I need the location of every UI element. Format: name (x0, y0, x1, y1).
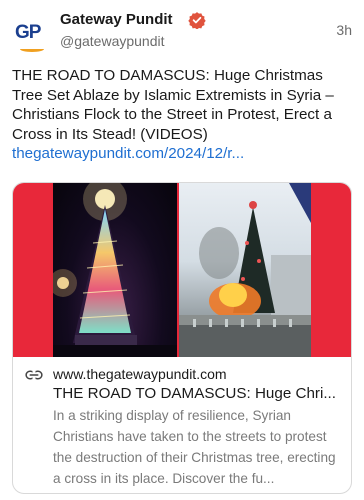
card-domain: www.thegatewaypundit.com (53, 366, 227, 382)
post-body: THE ROAD TO DAMASCUS: Huge Christmas Tre… (12, 66, 354, 164)
card-title: THE ROAD TO DAMASCUS: Huge Chri... (53, 385, 337, 402)
post-link[interactable]: thegatewaypundit.com/2024/12/r... (12, 144, 284, 164)
avatar-logo-text: GP (15, 22, 41, 43)
link-chain-icon (25, 369, 43, 381)
card-image (13, 183, 351, 357)
account-handle[interactable]: @gatewaypundit (60, 33, 165, 49)
link-preview-card[interactable]: www.thegatewaypundit.com THE ROAD TO DAM… (12, 182, 352, 494)
card-meta: www.thegatewaypundit.com THE ROAD TO DAM… (13, 357, 351, 493)
post-timestamp[interactable]: 3h (336, 22, 352, 38)
burning-tree-night-photo (53, 183, 177, 357)
avatar-swoosh (20, 46, 44, 52)
avatar[interactable]: GP (12, 14, 52, 54)
post-header: GP Gateway Pundit @gatewaypundit 3h (12, 8, 352, 54)
verified-badge-icon (188, 12, 206, 29)
display-name[interactable]: Gateway Pundit (60, 11, 173, 28)
card-description: In a striking display of resilience, Syr… (53, 408, 336, 486)
burning-tree-day-photo (179, 183, 311, 357)
post-text: THE ROAD TO DAMASCUS: Huge Christmas Tre… (12, 67, 334, 143)
